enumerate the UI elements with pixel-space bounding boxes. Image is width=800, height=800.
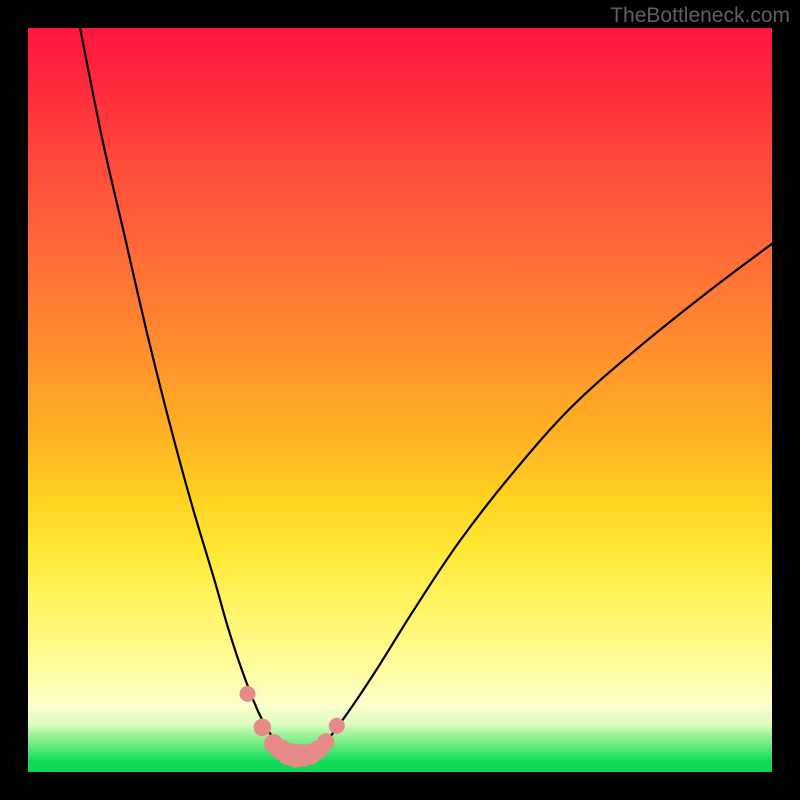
plot-area <box>28 28 772 772</box>
valley-marker <box>329 718 345 734</box>
valley-marker <box>317 733 335 751</box>
curve-layer <box>28 28 772 772</box>
watermark-text: TheBottleneck.com <box>610 4 790 28</box>
valley-marker <box>254 719 272 737</box>
valley-markers <box>240 686 345 768</box>
chart-frame: TheBottleneck.com <box>0 0 800 800</box>
bottleneck-curve <box>80 28 772 757</box>
valley-marker <box>240 686 256 702</box>
